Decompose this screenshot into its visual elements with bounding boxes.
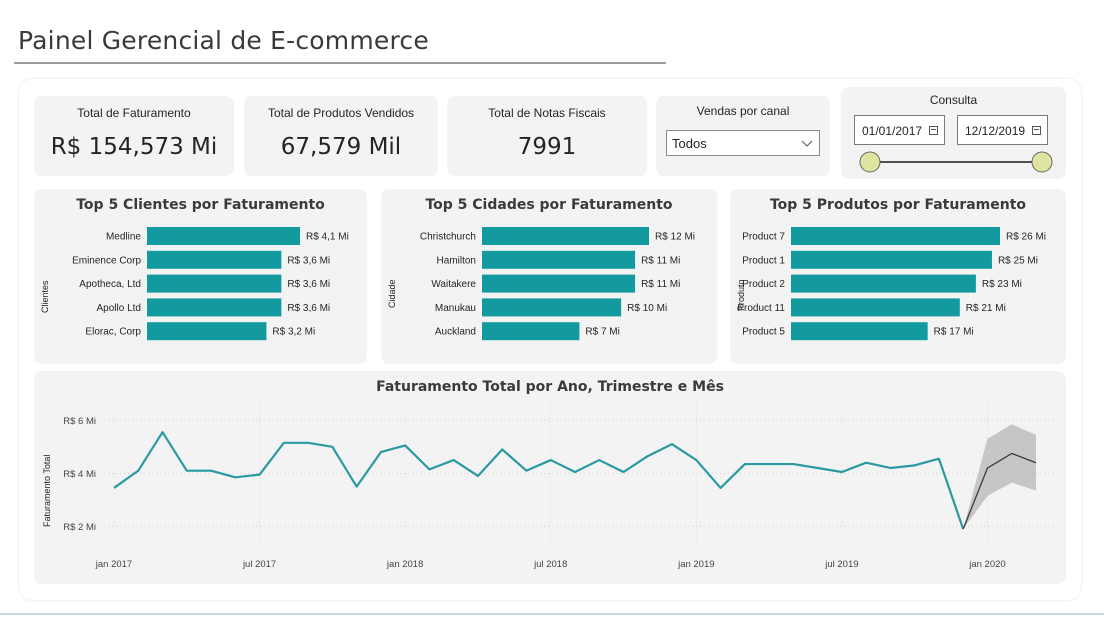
data-label: R$ 3,6 Mi [287,303,330,314]
slider-handle-end[interactable] [1031,151,1053,173]
kpi-value: R$ 154,573 Mi [50,134,218,160]
bar [791,322,928,341]
channel-dropdown-value: Todos [672,136,707,151]
faturamento-line-card: Faturamento Total por Ano, Trimestre e M… [34,371,1066,584]
chevron-down-icon [801,140,813,147]
data-label: R$ 3,6 Mi [287,255,330,266]
y-tick-label: R$ 6 Mi [63,416,96,427]
data-label: R$ 17 Mi [934,327,974,338]
kpi-card-total-notas[interactable]: Total de Notas Fiscais 7991 [447,96,647,176]
data-label: R$ 21 Mi [966,303,1006,314]
category-label: Product 7 [742,232,785,243]
data-label: R$ 3,2 Mi [272,327,315,338]
x-tick-label: jan 2020 [968,559,1005,570]
top-cidades-card: Top 5 Cidades por Faturamento Cidade Chr… [381,189,717,364]
y-tick-label: R$ 4 Mi [63,469,96,480]
category-label: Waitakere [431,279,476,290]
kpi-card-total-faturamento[interactable]: Total de Faturamento R$ 154,573 Mi [34,96,234,176]
x-tick-label: jan 2018 [386,559,423,570]
bar [482,322,580,341]
dashboard-canvas: Total de Faturamento R$ 154,573 Mi Total… [19,79,1081,600]
calendar-icon[interactable] [929,126,938,135]
bar [791,274,976,293]
date-filter-label: Consulta [929,93,978,107]
x-tick-label: jul 2019 [824,559,858,570]
bar [791,298,960,317]
channel-dropdown[interactable]: Todos [666,130,820,156]
data-label: R$ 23 Mi [982,279,1022,290]
category-label: Manukau [435,303,476,314]
kpi-label: Total de Produtos Vendidos [267,106,415,120]
x-tick-label: jul 2017 [242,559,276,570]
category-label: Apotheca, Ltd [79,279,141,290]
category-label: Christchurch [420,232,476,243]
category-label: Auckland [435,327,476,338]
kpi-value: 67,579 Mil [280,134,402,160]
kpi-label: Total de Notas Fiscais [488,106,606,120]
bar-chart-produtos: Product 7 R$ 26 Mi Product 1 R$ 25 Mi Produc… [737,227,1046,341]
bar [482,250,636,269]
header-title-box: Painel Gerencial de E-commerce [14,19,666,64]
top-produtos-card: Top 5 Produtos por Faturamento Produto P… [730,189,1066,364]
category-label: Medline [106,232,141,243]
bar [147,227,300,245]
x-tick-label: jan 2019 [677,559,714,570]
y-tick-label: R$ 2 Mi [63,522,96,533]
x-tick-label: jul 2018 [533,559,567,570]
kpi-label: Total de Faturamento [77,106,191,120]
bar-chart-cidades: Christchurch R$ 12 Mi Hamilton R$ 11 Mi Wait… [420,227,695,341]
x-tick-label: jan 2017 [95,559,132,570]
data-label: R$ 3,6 Mi [287,279,330,290]
bar [147,250,282,269]
bar [482,298,622,317]
data-label: R$ 4,1 Mi [306,232,349,243]
category-label: Apollo Ltd [97,303,141,314]
data-label: R$ 10 Mi [627,303,667,314]
bar [147,274,282,293]
start-date-value: 01/01/2017 [862,124,923,138]
category-label: Product 11 [737,303,785,314]
bar [147,322,267,341]
data-label: R$ 26 Mi [1006,232,1046,243]
bar [482,227,649,245]
bar [791,227,1000,245]
slider-handle-start[interactable] [859,151,881,173]
channel-filter-label: Vendas por canal [696,104,790,118]
data-label: R$ 11 Mi [641,255,680,266]
end-date-value: 12/12/2019 [965,124,1026,138]
data-label: R$ 25 Mi [998,255,1038,266]
bar-chart-clientes: Medline R$ 4,1 Mi Eminence Corp R$ 3,6 Mi Ap… [72,227,349,341]
category-label: Product 5 [742,327,785,338]
data-label: R$ 7 Mi [585,327,619,338]
kpi-card-total-produtos[interactable]: Total de Produtos Vendidos 67,579 Mil [244,96,438,176]
data-label: R$ 11 Mi [641,279,680,290]
forecast-band [963,424,1036,530]
line-chart-faturamento: R$ 2 Mi R$ 4 Mi R$ 6 Mi jan 2017 jul 2017 jan… [63,401,1054,570]
category-label: Eminence Corp [72,255,141,266]
category-label: Hamilton [437,255,476,266]
bar [791,250,992,269]
bottom-divider [0,613,1104,615]
top-clientes-card: Top 5 Clientes por Faturamento Clientes … [34,189,367,364]
bar [147,298,282,317]
start-date-input[interactable]: 01/01/2017 [854,115,945,145]
page-title: Painel Gerencial de E-commerce [18,26,429,55]
bar [482,274,636,293]
calendar-icon[interactable] [1032,126,1041,135]
date-range-slider[interactable] [853,149,1059,175]
category-label: Elorac, Corp [85,327,141,338]
channel-filter-card: Vendas por canal Todos [656,96,830,176]
category-label: Product 2 [742,279,785,290]
data-label: R$ 12 Mi [655,232,695,243]
kpi-value: 7991 [517,134,577,160]
date-filter-card: Consulta 01/01/2017 12/12/2019 [841,87,1066,179]
series-line [113,431,965,530]
category-label: Product 1 [742,255,785,266]
end-date-input[interactable]: 12/12/2019 [957,115,1048,145]
